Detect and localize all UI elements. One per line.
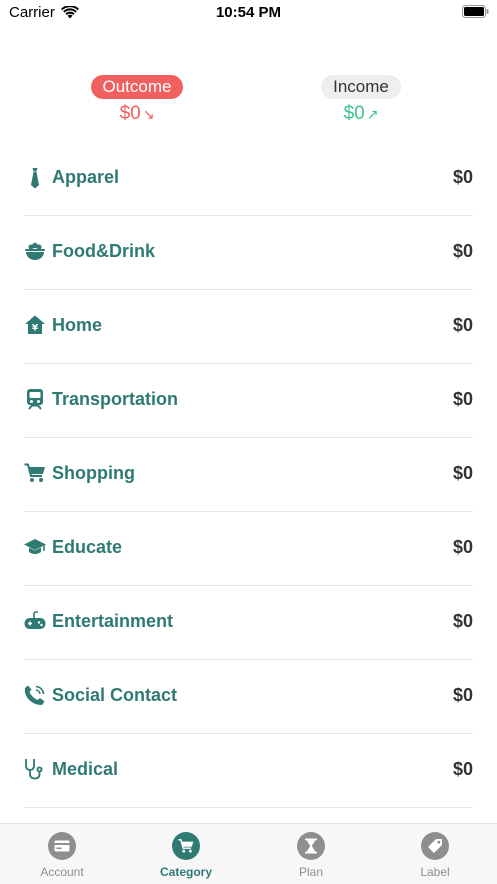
category-label: Shopping xyxy=(52,463,135,483)
tab-label-tab[interactable]: Label xyxy=(385,832,485,879)
category-row-medical[interactable]: Medical $0 xyxy=(24,734,473,808)
tab-label: Account xyxy=(40,865,84,879)
category-row-social-contact[interactable]: Social Contact $0 xyxy=(24,660,473,734)
hourglass-icon xyxy=(297,832,325,860)
battery-icon xyxy=(462,5,489,18)
category-label: Medical xyxy=(52,759,119,779)
card-icon xyxy=(48,832,76,860)
category-value: $0 xyxy=(452,389,473,409)
income-amount: $0 xyxy=(343,103,365,124)
category-value: $0 xyxy=(452,537,473,557)
tab-bar: Account Category Plan Label xyxy=(0,823,497,884)
category-label: Entertainment xyxy=(52,611,174,631)
home-icon: ¥ xyxy=(25,315,45,334)
graduation-cap-icon xyxy=(24,539,46,554)
tab-plan[interactable]: Plan xyxy=(261,832,361,879)
tab-account[interactable]: Account xyxy=(12,832,112,879)
category-list: Apparel $0 Food&Drink $0 ¥ Home $0 Trans… xyxy=(24,143,473,808)
outcome-total: $0 ↘ xyxy=(37,103,237,125)
income-summary[interactable]: Income $0 ↗ xyxy=(261,75,461,125)
gamepad-icon xyxy=(24,611,46,629)
tag-icon xyxy=(421,832,449,860)
category-value: $0 xyxy=(452,315,473,335)
phone-icon xyxy=(24,685,45,705)
category-label: Educate xyxy=(52,537,123,557)
category-label: Transportation xyxy=(52,389,179,409)
category-value: $0 xyxy=(452,463,473,483)
category-row-transportation[interactable]: Transportation $0 xyxy=(24,364,473,438)
category-label: Apparel xyxy=(52,167,120,187)
status-bar: Carrier 10:54 PM xyxy=(0,0,497,26)
tab-label: Plan xyxy=(298,865,324,879)
category-value: $0 xyxy=(452,685,473,705)
clock: 10:54 PM xyxy=(215,4,282,21)
svg-text:¥: ¥ xyxy=(32,324,39,334)
category-value: $0 xyxy=(452,167,473,187)
tab-label: Category xyxy=(159,865,212,879)
category-value: $0 xyxy=(452,611,473,631)
bowl-icon xyxy=(25,242,45,260)
tab-category[interactable]: Category xyxy=(136,832,236,879)
income-toggle[interactable]: Income xyxy=(321,75,401,99)
category-row-home[interactable]: ¥ Home $0 xyxy=(24,290,473,364)
category-label: Social Contact xyxy=(52,685,178,705)
outcome-summary[interactable]: Outcome $0 ↘ xyxy=(37,75,237,125)
category-label: Food&Drink xyxy=(52,241,155,261)
category-value: $0 xyxy=(452,759,473,779)
income-total: $0 ↗ xyxy=(261,103,461,125)
tab-label: Label xyxy=(420,865,450,879)
outcome-amount: $0 xyxy=(119,103,141,124)
category-row-apparel[interactable]: Apparel $0 xyxy=(24,143,473,216)
up-arrow-icon: ↗ xyxy=(366,105,379,122)
category-label: Home xyxy=(52,315,103,335)
cart-icon xyxy=(24,463,45,482)
category-value: $0 xyxy=(452,241,473,261)
tie-icon xyxy=(31,168,39,189)
category-row-food-drink[interactable]: Food&Drink $0 xyxy=(24,216,473,290)
stethoscope-icon xyxy=(25,759,43,780)
category-row-educate[interactable]: Educate $0 xyxy=(24,512,473,586)
summary-header: Outcome $0 ↘ Income $0 ↗ xyxy=(0,75,497,130)
down-arrow-icon: ↘ xyxy=(142,105,155,122)
category-row-shopping[interactable]: Shopping $0 xyxy=(24,438,473,512)
outcome-toggle[interactable]: Outcome xyxy=(90,75,184,99)
category-row-entertainment[interactable]: Entertainment $0 xyxy=(24,586,473,660)
cart-icon xyxy=(172,832,200,860)
train-icon xyxy=(27,389,43,410)
